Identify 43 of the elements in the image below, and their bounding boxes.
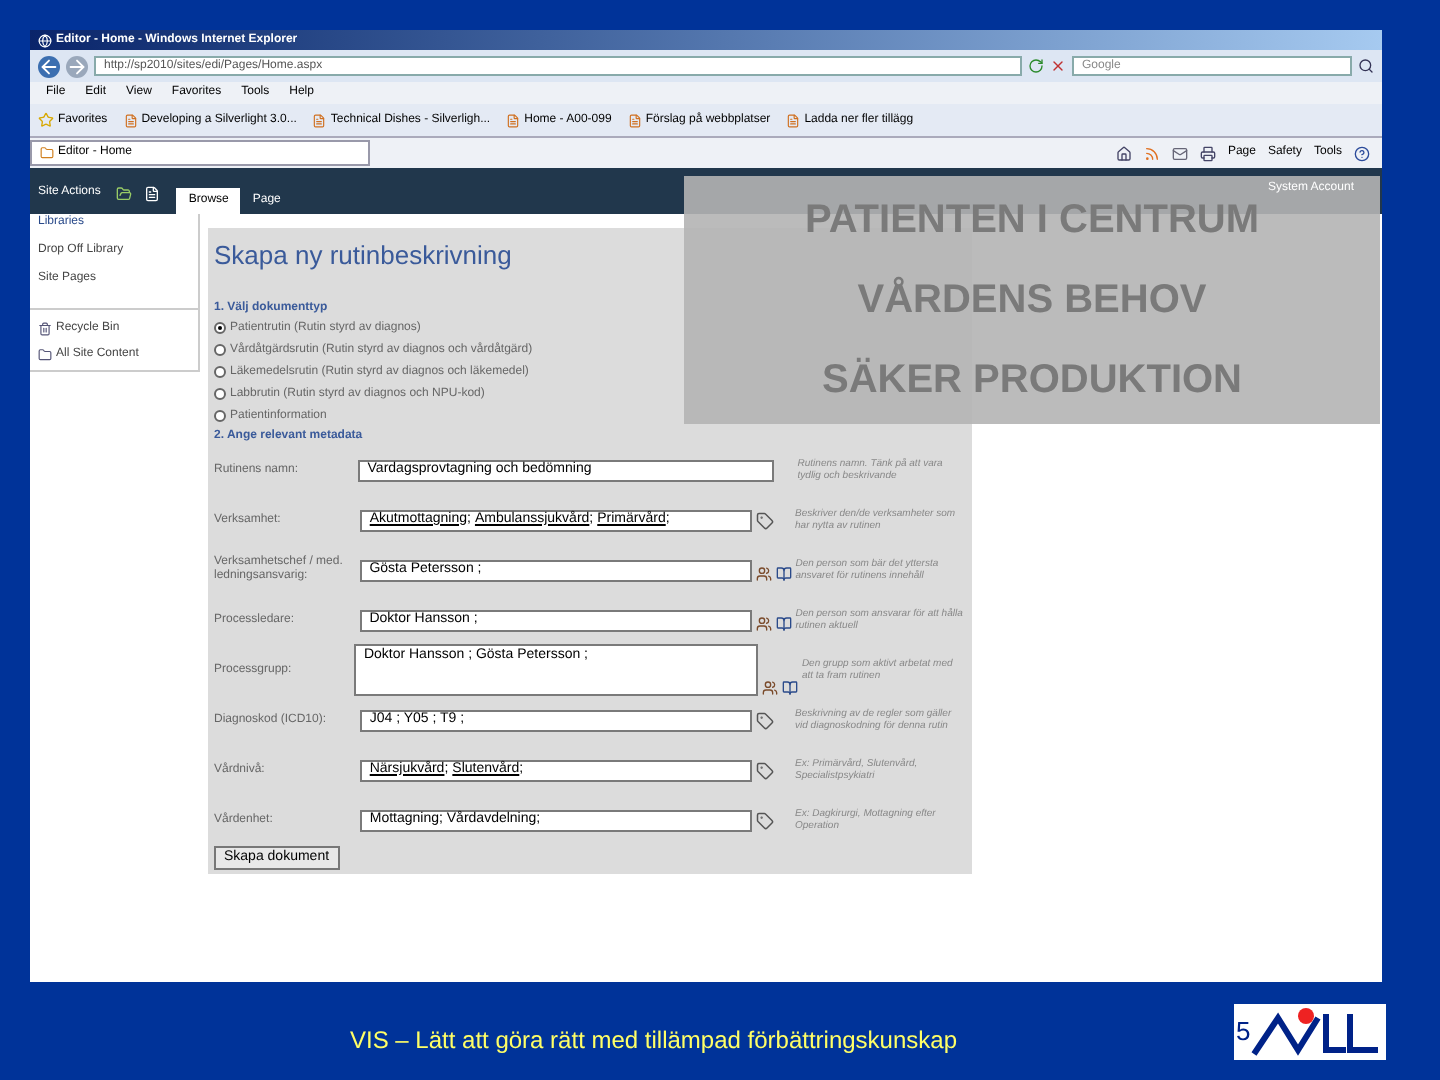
trash-icon bbox=[38, 322, 52, 336]
mail-icon[interactable] bbox=[1171, 145, 1188, 161]
book-icon[interactable] bbox=[781, 680, 798, 696]
people-icon[interactable] bbox=[761, 680, 778, 696]
search-icon[interactable] bbox=[1358, 58, 1374, 74]
slide-number: 5 bbox=[1236, 1013, 1251, 1050]
star-icon bbox=[38, 112, 54, 128]
folder-icon bbox=[38, 348, 52, 362]
footer-text: VIS – Lätt att göra rätt med tillämpad förbättringskunskap bbox=[350, 1023, 957, 1057]
logo-drawing bbox=[1250, 1005, 1383, 1057]
form-title: Skapa ny rutinbeskrivning bbox=[214, 238, 514, 274]
page-icon bbox=[506, 113, 521, 127]
overlay-heading: VÅRDENS BEHOV bbox=[857, 274, 1207, 326]
back-icon[interactable] bbox=[38, 55, 60, 77]
radio-button[interactable] bbox=[214, 366, 226, 378]
page-icon bbox=[627, 113, 642, 127]
browser-icon bbox=[38, 33, 52, 47]
book-icon[interactable] bbox=[775, 565, 792, 581]
refresh-icon[interactable] bbox=[1028, 58, 1044, 74]
overlay-heading: SÄKER PRODUKTION bbox=[821, 355, 1242, 406]
radio-button[interactable] bbox=[214, 344, 226, 356]
page-icon bbox=[123, 113, 138, 127]
page-icon bbox=[786, 113, 801, 127]
radio-button[interactable] bbox=[214, 388, 226, 400]
tag-icon[interactable] bbox=[755, 711, 774, 729]
help-icon[interactable] bbox=[1354, 145, 1370, 161]
print-icon[interactable] bbox=[1199, 145, 1216, 161]
overlay-heading: PATIENTEN I CENTRUM bbox=[804, 196, 1260, 246]
book-icon[interactable] bbox=[775, 615, 792, 631]
stop-icon[interactable] bbox=[1050, 58, 1066, 74]
radio-button[interactable] bbox=[214, 410, 226, 422]
home-icon[interactable] bbox=[1115, 145, 1132, 161]
page-icon bbox=[312, 113, 327, 127]
tag-icon[interactable] bbox=[755, 511, 774, 529]
people-icon[interactable] bbox=[755, 565, 772, 581]
tag-icon[interactable] bbox=[755, 761, 774, 779]
feed-icon[interactable] bbox=[1143, 145, 1160, 161]
tag-icon[interactable] bbox=[755, 811, 774, 829]
folder-icon[interactable] bbox=[116, 186, 133, 202]
people-icon[interactable] bbox=[755, 615, 772, 631]
page-icon[interactable] bbox=[144, 186, 161, 202]
folder-icon bbox=[40, 146, 54, 160]
radio-button[interactable] bbox=[214, 322, 226, 334]
